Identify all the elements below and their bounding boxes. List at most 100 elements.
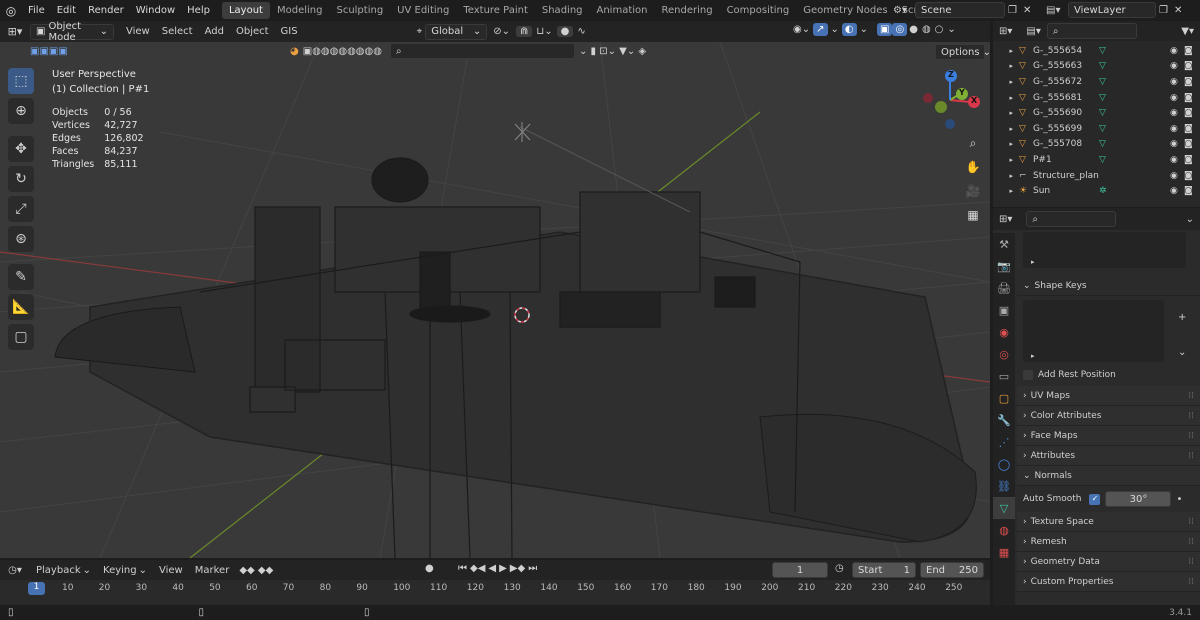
viewport-menu-object[interactable]: Object [230, 26, 275, 37]
delete-scene-icon[interactable]: ✕ [1020, 5, 1034, 16]
visibility-icon[interactable]: ◉⌄ [790, 24, 813, 35]
render-camera-icon[interactable]: ◙ [1184, 186, 1200, 196]
tab-geometry-nodes[interactable]: Geometry Nodes [796, 2, 894, 19]
options-dropdown[interactable]: Options ⌄ [935, 44, 991, 60]
outliner-item-name[interactable]: G-_555663 [1033, 61, 1099, 71]
pivot-icon[interactable]: ⊘⌄ [487, 26, 516, 37]
new-viewlayer-icon[interactable]: ❐ [1156, 5, 1171, 16]
viewport-menu-select[interactable]: Select [156, 26, 199, 37]
modifier-icon[interactable]: 🔧 [993, 409, 1015, 431]
jump-end-icon[interactable]: ⏭ [528, 563, 537, 574]
snap-target-icon[interactable]: ⊔⌄ [532, 26, 556, 37]
expand-arrow-icon[interactable]: ▸ [993, 156, 1019, 164]
world-icon[interactable]: ◎ [993, 343, 1015, 365]
drag-handle-icon[interactable]: ⁞⁞ [1188, 537, 1194, 547]
wireframe-shading-icon[interactable]: ◎ [892, 23, 908, 36]
expand-arrow-icon[interactable]: ▸ [993, 187, 1019, 195]
move-tool-icon[interactable]: ✥ [8, 136, 34, 162]
expand-arrow-icon[interactable]: ▸ [993, 140, 1019, 148]
shape-keys-panel[interactable]: ⌄ Shape Keys [1017, 276, 1200, 296]
prev-keyframe-icon[interactable]: ◆◀ [470, 563, 485, 574]
visibility-eye-icon[interactable]: ◉ [1170, 108, 1184, 118]
select-box-tool-icon[interactable]: ⬚ [8, 68, 34, 94]
tab-sculpting[interactable]: Sculpting [329, 2, 390, 19]
end-frame-field[interactable]: End 250 [920, 562, 984, 578]
menu-file[interactable]: File [22, 5, 51, 16]
drag-handle-icon[interactable]: ⁞⁞ [1188, 431, 1194, 441]
expand-arrow-icon[interactable]: ▸ [993, 62, 1019, 70]
vertex-groups-list[interactable]: ▸ [1023, 232, 1186, 268]
blender-logo-icon[interactable]: ◎ [0, 4, 22, 18]
add-rest-position-row[interactable]: Add Rest Position [1023, 370, 1200, 380]
annotate-tool-icon[interactable]: ✎ [8, 264, 34, 290]
drag-handle-icon[interactable]: ⁞⁞ [1188, 517, 1194, 527]
expand-icon[interactable]: ▸ [1031, 258, 1035, 266]
add-cube-tool-icon[interactable]: ▢ [8, 324, 34, 350]
drag-handle-icon[interactable]: ⁞⁞ [1188, 557, 1194, 567]
visibility-eye-icon[interactable]: ◉ [1170, 139, 1184, 149]
menu-window[interactable]: Window [130, 5, 181, 16]
pan-hand-icon[interactable]: ✋ [962, 156, 984, 178]
mesh-data-icon[interactable]: ▽ [1099, 108, 1129, 118]
timeline-menu-marker[interactable]: Marker [189, 565, 236, 576]
camera-view-icon[interactable]: 🎥 [962, 180, 984, 202]
mesh-data-icon[interactable]: ▽ [1099, 155, 1129, 165]
panel-color-attributes[interactable]: › Color Attributes ⁞⁞ [1017, 406, 1200, 426]
orientation-icon[interactable]: ⌖ [414, 26, 426, 37]
panel-attributes[interactable]: › Attributes ⁞⁞ [1017, 446, 1200, 466]
display-mode-icon[interactable]: ▤▾ [1026, 26, 1040, 37]
output-icon[interactable]: 🖨 [993, 277, 1015, 299]
add-rest-position-checkbox[interactable] [1023, 370, 1033, 380]
render-camera-icon[interactable]: ◙ [1184, 93, 1200, 103]
start-frame-field[interactable]: Start 1 [852, 562, 916, 578]
overlay-toggle-icon[interactable]: ◐ [841, 23, 857, 36]
material-shading-icon[interactable]: ◍ [920, 24, 933, 35]
drag-handle-icon[interactable]: ⁞⁞ [1188, 451, 1194, 461]
scene-field[interactable]: Scene [915, 2, 1005, 18]
outliner-item[interactable]: ▸ ▽ G-_555681 ▽ ◉ ◙ [993, 90, 1200, 106]
outliner-item[interactable]: ▸ ▽ G-_555699 ▽ ◉ ◙ [993, 121, 1200, 137]
shape-key-menu-icon[interactable]: ⌄ [1178, 347, 1186, 358]
measure-tool-icon[interactable]: 📐 [8, 294, 34, 320]
transform-tool-icon[interactable]: ⊛ [8, 226, 34, 252]
outliner-item[interactable]: ▸ ⌐ Structure_plans ◉ ◙ [993, 168, 1200, 184]
play-reverse-icon[interactable]: ◀ [488, 563, 496, 574]
outliner-item[interactable]: ▸ ▽ G-_555690 ▽ ◉ ◙ [993, 105, 1200, 121]
tab-compositing[interactable]: Compositing [720, 2, 797, 19]
navigation-gizmo[interactable]: X Y Z [918, 68, 982, 132]
outliner-item[interactable]: ▸ ☀ Sun ✲ ◉ ◙ [993, 183, 1200, 199]
keyframe-type-icons[interactable]: ◆◆ ◆◆ [235, 565, 277, 576]
collection-icon[interactable]: ▭ [993, 365, 1015, 387]
view-layer-icon[interactable]: ▣ [993, 299, 1015, 321]
render-camera-icon[interactable]: ◙ [1184, 124, 1200, 134]
snap-icon[interactable]: ⋒ [516, 26, 533, 37]
outliner-item-name[interactable]: G-_555708 [1033, 139, 1099, 149]
timeline-menu-keying[interactable]: Keying ⌄ [97, 565, 153, 576]
outliner-item-name[interactable]: P#1 [1033, 155, 1099, 165]
shading-menu-icon[interactable]: ⌄ [945, 24, 957, 35]
drag-handle-icon[interactable]: ⁞⁞ [1188, 577, 1194, 587]
render-camera-icon[interactable]: ◙ [1184, 171, 1200, 181]
tab-texture-paint[interactable]: Texture Paint [456, 2, 535, 19]
visibility-eye-icon[interactable]: ◉ [1170, 46, 1184, 56]
tab-shading[interactable]: Shading [535, 2, 590, 19]
auto-smooth-angle-field[interactable]: 30° [1105, 491, 1172, 507]
panel-texture-space[interactable]: › Texture Space ⁞⁞ [1017, 512, 1200, 532]
light-data-icon[interactable]: ✲ [1099, 186, 1129, 196]
drag-handle-icon[interactable]: ⁞⁞ [1188, 411, 1194, 421]
clock-icon[interactable]: ◷ [835, 563, 844, 574]
mesh-data-icon[interactable]: ▽ [1099, 61, 1129, 71]
particles-icon[interactable]: ⋰ [993, 431, 1015, 453]
record-icon[interactable]: ● [425, 563, 434, 574]
visibility-eye-icon[interactable]: ◉ [1170, 124, 1184, 134]
mesh-data-icon[interactable]: ▽ [1099, 77, 1129, 87]
tool-icon[interactable]: ⚒ [993, 233, 1015, 255]
keyframe-dot-icon[interactable]: • [1176, 494, 1182, 505]
panel-geometry-data[interactable]: › Geometry Data ⁞⁞ [1017, 552, 1200, 572]
solid-shading-icon[interactable]: ● [907, 24, 920, 35]
mesh-data-icon[interactable]: ▽ [1099, 93, 1129, 103]
scene-icon[interactable]: ◉ [993, 321, 1015, 343]
outliner-item[interactable]: ▸ ▽ G-_555672 ▽ ◉ ◙ [993, 74, 1200, 90]
visibility-eye-icon[interactable]: ◉ [1170, 77, 1184, 87]
outliner-item-name[interactable]: G-_555681 [1033, 93, 1099, 103]
